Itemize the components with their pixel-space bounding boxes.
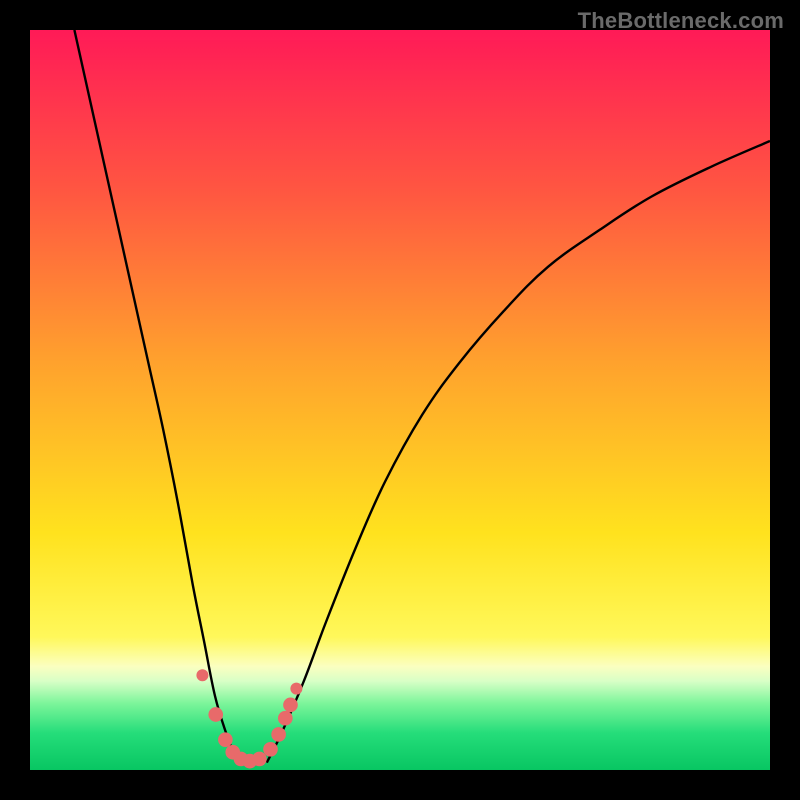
chart-plot-area bbox=[30, 30, 770, 770]
marker-dot bbox=[290, 683, 302, 695]
chart-background bbox=[30, 30, 770, 770]
marker-dot bbox=[283, 698, 298, 713]
marker-dot bbox=[252, 752, 267, 767]
marker-dot bbox=[278, 711, 293, 726]
marker-dot bbox=[218, 732, 233, 747]
marker-dot bbox=[208, 707, 223, 722]
marker-dot bbox=[263, 742, 278, 757]
marker-dot bbox=[271, 727, 286, 742]
marker-dot bbox=[196, 669, 208, 681]
chart-svg bbox=[30, 30, 770, 770]
chart-frame: TheBottleneck.com bbox=[0, 0, 800, 800]
